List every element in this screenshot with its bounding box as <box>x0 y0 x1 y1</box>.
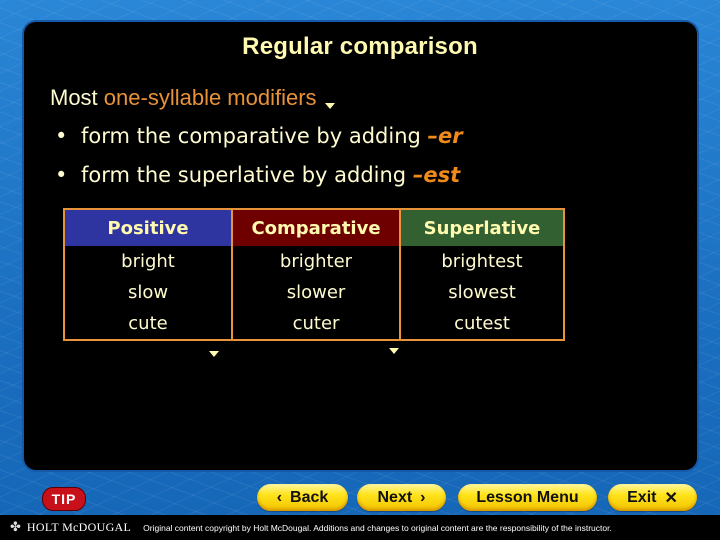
footer-bar: ✤ HOLT McDOUGAL Original content copyrig… <box>0 515 720 540</box>
animation-marker-icon <box>324 103 335 109</box>
table-cell: slow <box>63 277 233 308</box>
close-icon: ✕ <box>664 489 678 507</box>
table-cell: brightest <box>399 246 565 277</box>
table-cell: brighter <box>231 246 401 277</box>
lesson-menu-button[interactable]: Lesson Menu <box>458 484 597 511</box>
table-row: slow slower slowest <box>63 277 565 308</box>
table-cell: cute <box>63 308 233 340</box>
bullet-comparative: • form the comparative by adding –er <box>55 124 463 148</box>
chevron-left-icon: ‹ <box>276 488 283 506</box>
table-row: cute cuter cutest <box>63 308 565 340</box>
intro-line: Most one-syllable modifiers <box>50 85 335 111</box>
intro-highlight: one-syllable modifiers <box>103 85 317 110</box>
bullet-icon: • <box>55 124 68 148</box>
animation-marker-icon <box>209 351 219 357</box>
bullet-text: form the superlative by adding <box>81 163 413 187</box>
table-row: bright brighter brightest <box>63 246 565 277</box>
back-label: Back <box>290 488 329 506</box>
slide-title: Regular comparison <box>242 33 478 60</box>
table-cell: cutest <box>399 308 565 340</box>
comparison-table: Positive Comparative Superlative bright … <box>63 208 565 341</box>
back-button[interactable]: ‹ Back <box>257 484 348 511</box>
chevron-right-icon: › <box>420 488 426 506</box>
tip-button[interactable]: TIP <box>42 487 86 511</box>
holt-logo-icon: ✤ <box>10 520 21 535</box>
bullet-text: form the comparative by adding <box>81 124 428 148</box>
copyright-text: Original content copyright by Holt McDou… <box>143 522 612 533</box>
bullet-suffix: –est <box>412 163 461 187</box>
next-button[interactable]: Next › <box>357 484 446 511</box>
next-label: Next <box>377 488 413 506</box>
bullet-superlative: • form the superlative by adding –est <box>55 163 460 187</box>
header-superlative: Superlative <box>399 209 565 246</box>
table-cell: slowest <box>399 277 565 308</box>
bullet-suffix: –er <box>427 124 463 148</box>
brand-name: HOLT McDOUGAL <box>26 520 132 534</box>
header-comparative: Comparative <box>231 209 401 246</box>
table-cell: slower <box>231 277 401 308</box>
intro-prefix: Most <box>50 85 104 110</box>
table-header-row: Positive Comparative Superlative <box>63 209 565 246</box>
bullet-icon: • <box>55 163 68 187</box>
lesson-menu-label: Lesson Menu <box>476 488 579 506</box>
table-cell: bright <box>63 246 233 277</box>
animation-marker-icon <box>389 348 399 354</box>
exit-label: Exit <box>627 488 657 506</box>
exit-button[interactable]: Exit ✕ <box>608 484 697 511</box>
table-cell: cuter <box>231 308 401 340</box>
header-positive: Positive <box>63 209 233 246</box>
